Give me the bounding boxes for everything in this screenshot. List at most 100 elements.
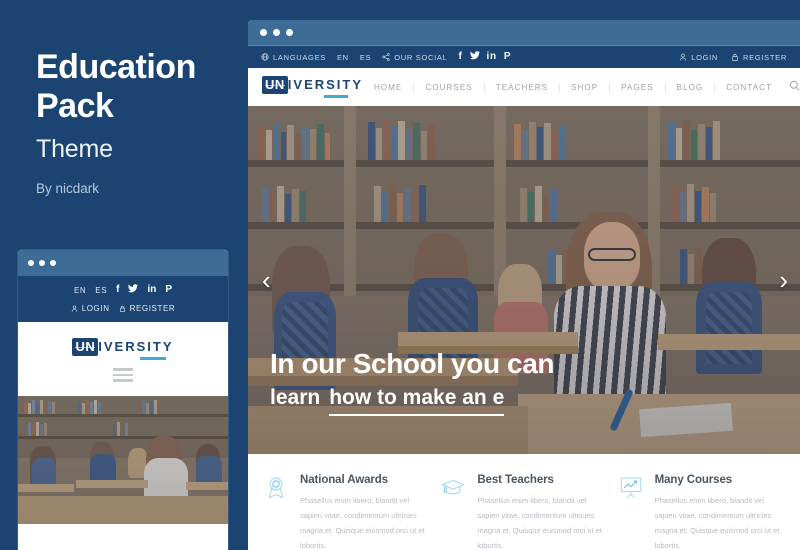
nav-item-blog[interactable]: BLOG bbox=[666, 82, 716, 92]
promo-byline: By nicdark bbox=[36, 180, 100, 196]
mobile-lang-en[interactable]: EN bbox=[74, 286, 86, 295]
title-line-1: Education bbox=[36, 48, 196, 86]
linkedin-icon[interactable]: in bbox=[147, 285, 156, 295]
window-dot-close[interactable] bbox=[28, 260, 34, 266]
title-line-2: Pack bbox=[36, 87, 114, 126]
search-icon[interactable] bbox=[789, 78, 800, 96]
feature-text: Phasellus enim libero, blandit vel sapie… bbox=[300, 496, 425, 550]
nav-item-pages[interactable]: PAGES bbox=[610, 82, 666, 92]
feature-text: Phasellus enim libero, blandit vel sapie… bbox=[654, 496, 780, 550]
mobile-window-chrome bbox=[18, 250, 228, 276]
mobile-login-button[interactable]: LOGIN bbox=[71, 304, 110, 313]
globe-icon bbox=[261, 53, 269, 61]
promo-panel: Education Pack Theme By nicdark bbox=[36, 48, 236, 196]
features-section: National Awards Phasellus enim libero, b… bbox=[248, 454, 800, 550]
mobile-logo[interactable]: UN IVERSITY bbox=[18, 322, 228, 368]
feature-body: National Awards Phasellus enim libero, b… bbox=[300, 474, 429, 550]
mobile-preview: EN ES f in P LOGIN REGISTER UN IVERSITY bbox=[18, 250, 228, 550]
hero-line-1: In our School you can bbox=[270, 348, 555, 380]
lang-es-link[interactable]: ES bbox=[360, 53, 371, 62]
window-dot-maximize[interactable] bbox=[50, 260, 56, 266]
window-dot-minimize[interactable] bbox=[273, 29, 280, 36]
share-icon bbox=[382, 53, 390, 61]
twitter-icon[interactable] bbox=[128, 284, 139, 296]
logo-mark: UN bbox=[72, 338, 99, 356]
hero-headline: In our School you can learn how to make … bbox=[270, 348, 555, 416]
classroom-photo bbox=[18, 395, 228, 524]
feature-title: Many Courses bbox=[654, 474, 733, 486]
screenshot-stage: Education Pack Theme By nicdark EN ES f … bbox=[0, 0, 800, 550]
nav-item-shop[interactable]: SHOP bbox=[560, 82, 611, 92]
our-social-label-group[interactable]: OUR SOCIAL bbox=[382, 53, 447, 62]
feature-item: Best Teachers Phasellus enim libero, bla… bbox=[441, 474, 606, 550]
window-dot-maximize[interactable] bbox=[286, 29, 293, 36]
user-icon bbox=[71, 305, 77, 312]
window-dot-minimize[interactable] bbox=[39, 260, 45, 266]
topbar-right-group: LOGIN REGISTER bbox=[679, 53, 787, 62]
mobile-login-label: LOGIN bbox=[81, 304, 110, 313]
logo-accent-bar bbox=[140, 357, 166, 360]
facebook-icon[interactable]: f bbox=[458, 52, 462, 62]
our-social-label: OUR SOCIAL bbox=[394, 52, 448, 62]
chart-board-icon bbox=[619, 474, 645, 550]
mobile-lang-social-row: EN ES f in P bbox=[18, 284, 228, 296]
social-links: f in P bbox=[458, 51, 511, 63]
logo-text: IVERSITY bbox=[287, 77, 364, 92]
feature-title: National Awards bbox=[300, 474, 388, 486]
page-title: Education Pack bbox=[36, 48, 236, 127]
hero-carousel: ‹ › In our School you can learn how to m… bbox=[248, 106, 800, 454]
login-label: LOGIN bbox=[691, 52, 719, 62]
browser-window-chrome bbox=[248, 20, 800, 46]
feature-body: Best Teachers Phasellus enim libero, bla… bbox=[477, 474, 606, 550]
browser-window: LANGUAGES EN ES OUR SOCIAL f in P LOGIN … bbox=[248, 20, 800, 550]
lock-icon bbox=[119, 305, 125, 312]
carousel-next-button[interactable]: › bbox=[779, 267, 788, 293]
feature-body: Many Courses Phasellus enim libero, blan… bbox=[655, 474, 784, 550]
register-button[interactable]: REGISTER bbox=[731, 53, 787, 62]
lang-en-link[interactable]: EN bbox=[337, 53, 349, 62]
feature-text: Phasellus enim libero, blandit vel sapie… bbox=[477, 496, 602, 550]
feature-title: Best Teachers bbox=[477, 474, 554, 486]
window-dot-close[interactable] bbox=[260, 29, 267, 36]
twitter-icon[interactable] bbox=[469, 51, 480, 63]
mobile-register-button[interactable]: REGISTER bbox=[119, 304, 176, 313]
register-label: REGISTER bbox=[743, 52, 787, 62]
twitter-bird-glyph bbox=[469, 51, 480, 60]
carousel-prev-button[interactable]: ‹ bbox=[262, 267, 271, 293]
feature-item: National Awards Phasellus enim libero, b… bbox=[264, 474, 429, 550]
promo-subtitle: Theme bbox=[36, 134, 113, 163]
graduation-cap-icon bbox=[441, 474, 467, 550]
feature-item: Many Courses Phasellus enim libero, blan… bbox=[619, 474, 784, 550]
hero-line-2-underlined: how to make an e bbox=[329, 386, 505, 416]
hero-line-2: learn how to make an e bbox=[270, 386, 554, 416]
nav-item-home[interactable]: HOME bbox=[363, 82, 415, 92]
nav-item-contact[interactable]: CONTACT bbox=[715, 83, 783, 92]
mobile-auth-row: LOGIN REGISTER bbox=[18, 304, 228, 313]
main-navigation: HOME COURSES TEACHERS SHOP PAGES BLOG CO… bbox=[363, 78, 800, 96]
logo-mark: UN bbox=[262, 76, 288, 94]
mobile-register-label: REGISTER bbox=[129, 304, 176, 313]
site-topbar: LANGUAGES EN ES OUR SOCIAL f in P LOGIN … bbox=[248, 46, 800, 68]
languages-menu[interactable]: LANGUAGES bbox=[261, 53, 326, 62]
nav-item-teachers[interactable]: TEACHERS bbox=[485, 82, 561, 92]
nav-item-courses[interactable]: COURSES bbox=[414, 82, 485, 92]
award-ribbon-icon bbox=[264, 474, 290, 550]
languages-label: LANGUAGES bbox=[273, 52, 326, 62]
mobile-hero-photo bbox=[18, 395, 228, 524]
facebook-icon[interactable]: f bbox=[116, 285, 119, 295]
user-icon bbox=[680, 53, 687, 61]
hamburger-menu-icon[interactable] bbox=[18, 368, 228, 396]
lock-icon bbox=[732, 53, 738, 61]
mobile-topbar: EN ES f in P LOGIN REGISTER bbox=[18, 276, 228, 322]
pinterest-icon[interactable]: P bbox=[504, 52, 511, 62]
logo: UN IVERSITY bbox=[72, 338, 173, 356]
pinterest-icon[interactable]: P bbox=[165, 285, 172, 295]
login-button[interactable]: LOGIN bbox=[679, 53, 718, 62]
mobile-lang-es[interactable]: ES bbox=[95, 286, 107, 295]
twitter-bird-glyph bbox=[128, 284, 139, 293]
logo-accent-bar bbox=[324, 95, 348, 98]
hero-line-2-plain: learn bbox=[270, 386, 321, 409]
site-logo[interactable]: UN IVERSITY bbox=[262, 76, 363, 98]
site-header: UN IVERSITY HOME COURSES TEACHERS SHOP PA… bbox=[248, 68, 800, 106]
linkedin-icon[interactable]: in bbox=[487, 52, 497, 62]
